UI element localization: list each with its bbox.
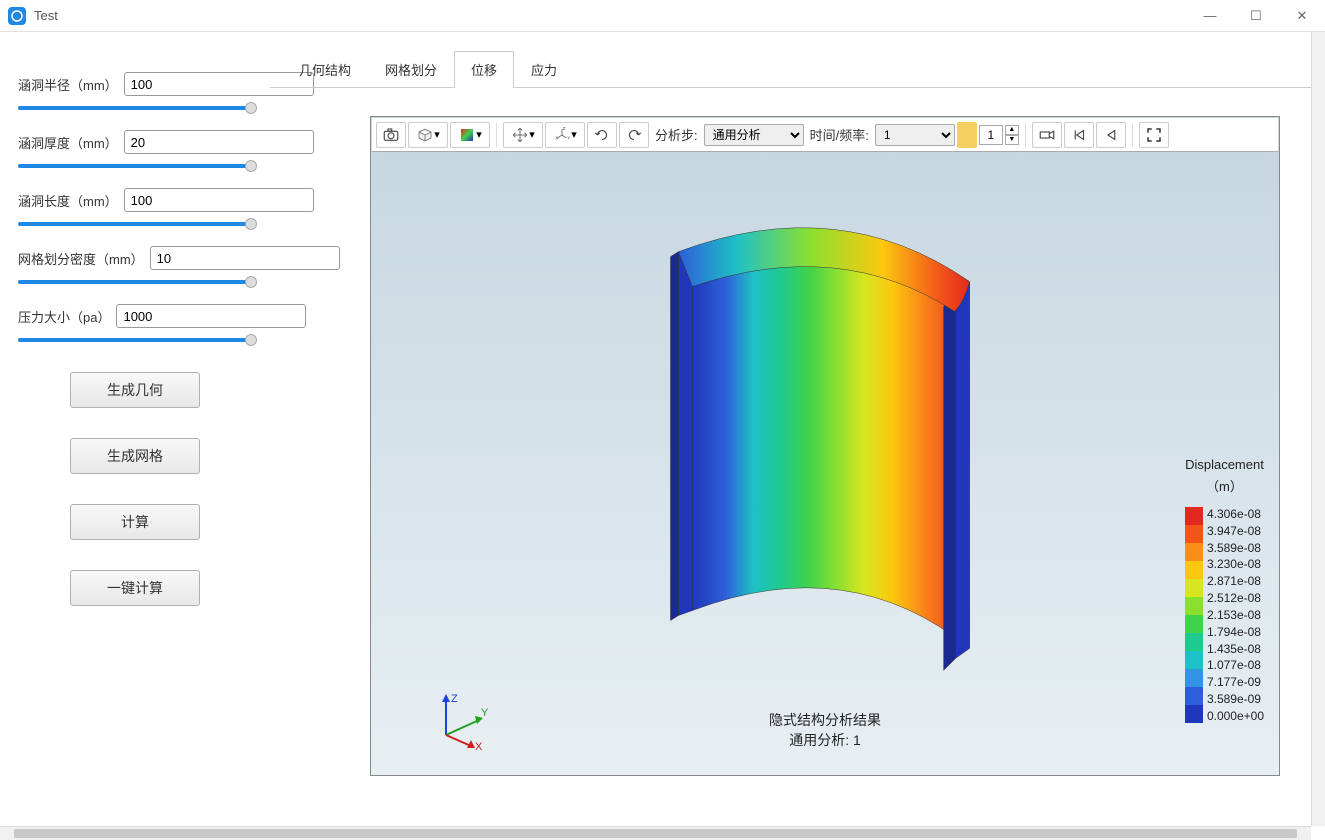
camera-icon[interactable]: [376, 122, 406, 148]
sidebar-button-2[interactable]: 计算: [70, 504, 200, 540]
time-freq-label: 时间/频率:: [810, 125, 869, 144]
param-slider-0[interactable]: [18, 106, 252, 110]
play-reverse-icon[interactable]: [1096, 122, 1126, 148]
svg-text:Z: Z: [451, 693, 458, 705]
legend-swatch: [1185, 687, 1203, 705]
viewer-toolbar: ▾ ▾ ▾ ZYX▾ 分析步: 通用分析 时间/频率: 1 ▲▼: [372, 118, 1278, 152]
time-freq-select[interactable]: 1: [875, 124, 955, 146]
axis-widget: Z Y X: [431, 690, 491, 750]
param-label: 涵洞厚度（mm）: [18, 133, 118, 152]
svg-text:Z: Z: [563, 126, 566, 131]
canvas-3d[interactable]: Z Y X 隐式结构分析结果 通用分析: 1: [371, 152, 1279, 775]
vertical-scrollbar[interactable]: [1311, 32, 1325, 826]
param-label: 涵洞长度（mm）: [18, 191, 118, 210]
horizontal-scrollbar[interactable]: [0, 826, 1311, 840]
svg-text:X: X: [555, 135, 558, 140]
link-toggle-icon[interactable]: [957, 122, 977, 148]
legend-swatch: [1185, 525, 1203, 543]
frame-stepper[interactable]: ▲▼: [1005, 125, 1019, 145]
legend-swatch: [1185, 615, 1203, 633]
legend-value: 0.000e+00: [1207, 709, 1264, 723]
move-icon[interactable]: ▾: [503, 122, 543, 148]
analysis-step-select[interactable]: 通用分析: [704, 124, 804, 146]
svg-text:X: X: [475, 741, 483, 750]
svg-text:Y: Y: [481, 707, 489, 719]
rotate-ccw-icon[interactable]: [587, 122, 617, 148]
app-icon: [8, 7, 26, 25]
tab-0[interactable]: 几何结构: [282, 51, 368, 88]
legend-value: 1.794e-08: [1207, 625, 1264, 639]
maximize-button[interactable]: ☐: [1233, 0, 1279, 32]
result-caption: 隐式结构分析结果 通用分析: 1: [769, 710, 881, 750]
legend-value: 2.871e-08: [1207, 574, 1264, 588]
svg-text:Y: Y: [567, 135, 570, 140]
color-legend: Displacement （m） 4.306e-083.947e-083.589…: [1185, 457, 1264, 723]
rotate-cw-icon[interactable]: [619, 122, 649, 148]
legend-value: 2.512e-08: [1207, 591, 1264, 605]
sidebar-button-0[interactable]: 生成几何: [70, 372, 200, 408]
param-label: 网格划分密度（mm）: [18, 249, 144, 268]
fullscreen-icon[interactable]: [1139, 122, 1169, 148]
param-slider-2[interactable]: [18, 222, 252, 226]
param-row-2: 涵洞长度（mm）: [18, 188, 252, 226]
param-label: 涵洞半径（mm）: [18, 75, 118, 94]
sidebar-button-3[interactable]: 一键计算: [70, 570, 200, 606]
legend-swatch: [1185, 669, 1203, 687]
param-slider-3[interactable]: [18, 280, 252, 284]
legend-swatch: [1185, 561, 1203, 579]
video-camera-icon[interactable]: [1032, 122, 1062, 148]
param-slider-4[interactable]: [18, 338, 252, 342]
legend-value: 1.435e-08: [1207, 642, 1264, 656]
titlebar: Test — ☐ ✕: [0, 0, 1325, 32]
param-label: 压力大小（pa）: [18, 307, 110, 326]
legend-swatch: [1185, 507, 1203, 525]
legend-value: 2.153e-08: [1207, 608, 1264, 622]
legend-swatch: [1185, 543, 1203, 561]
close-button[interactable]: ✕: [1279, 0, 1325, 32]
legend-value: 3.230e-08: [1207, 557, 1264, 571]
content-area: 几何结构网格划分位移应力 ▾ ▾ ▾ ZYX▾ 分析步: 通用分析 时间/频率:…: [270, 32, 1325, 826]
legend-swatch: [1185, 705, 1203, 723]
tabs: 几何结构网格划分位移应力: [270, 50, 1325, 88]
sidebar: 涵洞半径（mm） 涵洞厚度（mm） 涵洞长度（mm） 网格划分密度（mm） 压力…: [0, 32, 270, 826]
sidebar-button-1[interactable]: 生成网格: [70, 438, 200, 474]
param-row-0: 涵洞半径（mm）: [18, 72, 252, 110]
legend-swatch: [1185, 597, 1203, 615]
tab-2[interactable]: 位移: [454, 51, 514, 88]
legend-swatch: [1185, 579, 1203, 597]
param-row-3: 网格划分密度（mm）: [18, 246, 252, 284]
legend-swatch: [1185, 633, 1203, 651]
param-row-4: 压力大小（pa）: [18, 304, 252, 342]
analysis-step-label: 分析步:: [655, 125, 698, 144]
legend-swatch: [1185, 651, 1203, 669]
param-row-1: 涵洞厚度（mm）: [18, 130, 252, 168]
contour-icon[interactable]: ▾: [450, 122, 490, 148]
frame-input[interactable]: [979, 125, 1003, 145]
legend-value: 7.177e-09: [1207, 675, 1264, 689]
minimize-button[interactable]: —: [1187, 0, 1233, 32]
viewer-3d[interactable]: ▾ ▾ ▾ ZYX▾ 分析步: 通用分析 时间/频率: 1 ▲▼: [370, 116, 1280, 776]
window-title: Test: [34, 8, 58, 23]
tab-3[interactable]: 应力: [514, 51, 574, 88]
rotate-axis-icon[interactable]: ZYX▾: [545, 122, 585, 148]
legend-value: 3.589e-09: [1207, 692, 1264, 706]
legend-value: 4.306e-08: [1207, 507, 1264, 521]
tab-1[interactable]: 网格划分: [368, 51, 454, 88]
legend-value: 3.947e-08: [1207, 524, 1264, 538]
param-slider-1[interactable]: [18, 164, 252, 168]
legend-value: 3.589e-08: [1207, 541, 1264, 555]
skip-start-icon[interactable]: [1064, 122, 1094, 148]
cube-view-icon[interactable]: ▾: [408, 122, 448, 148]
horizontal-scroll-thumb[interactable]: [14, 829, 1297, 838]
legend-value: 1.077e-08: [1207, 658, 1264, 672]
